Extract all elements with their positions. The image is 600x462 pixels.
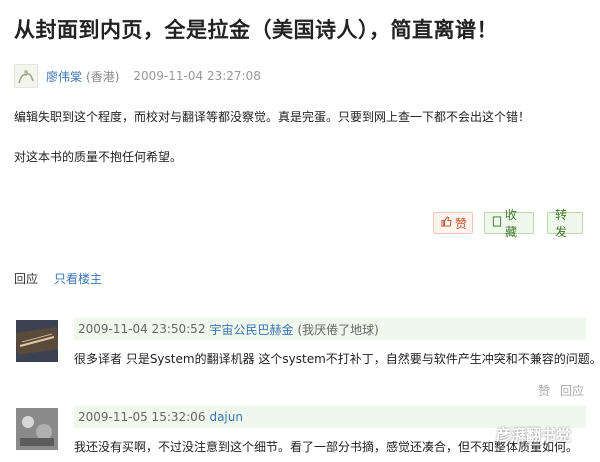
bookmark-icon	[492, 216, 502, 230]
author-avatar[interactable]	[14, 64, 38, 88]
author-name[interactable]: 廖伟棠	[46, 68, 82, 85]
like-label: 赞	[455, 216, 468, 231]
comment-timestamp: 2009-11-05 15:32:06	[78, 410, 206, 424]
post-timestamp: 2009-11-04 23:27:08	[133, 69, 261, 83]
post-title: 从封面到内页，全是拉金（美国诗人），简直离谱！	[14, 18, 498, 42]
comment-like-button[interactable]: 赞	[538, 382, 550, 399]
author-row: 廖伟棠 (香港) 2009-11-04 23:27:08	[14, 64, 261, 88]
share-label: 转发	[555, 208, 568, 239]
watermark: 彦湃翻书党	[470, 424, 571, 445]
wechat-icon	[470, 427, 492, 443]
tab-owner-only[interactable]: 只看楼主	[54, 270, 102, 287]
commenter-signature: (我厌倦了地球)	[297, 322, 379, 337]
author-location: (香港)	[86, 69, 120, 84]
comment-timestamp: 2009-11-04 23:50:52	[78, 322, 206, 336]
commenter-avatar[interactable]	[16, 408, 58, 450]
watermark-text: 彦湃翻书党	[496, 426, 572, 444]
share-button[interactable]: 转发	[547, 208, 583, 239]
favorite-button[interactable]: 收藏	[484, 208, 534, 239]
comment-actions: 赞 回应	[538, 382, 584, 399]
avatar-image	[16, 408, 58, 450]
commenter-name[interactable]: dajun	[209, 410, 243, 424]
post-body-paragraph: 对这本书的质量不抱任何希望。	[14, 150, 183, 164]
reply-tabs: 回应 只看楼主	[14, 270, 102, 287]
like-button[interactable]: 赞	[433, 212, 473, 234]
comment-text: 很多译者 只是System的翻译机器 这个system不打补丁，自然要与软件产生…	[74, 352, 600, 366]
avatar-image	[15, 65, 37, 87]
favorite-label: 收藏	[505, 208, 518, 239]
post-body-paragraph: 编辑失职到这个程度，而校对与翻译等都没察觉。真是完蛋。只要到网上查一下都不会出这…	[14, 110, 531, 124]
comment-reply-button[interactable]: 回应	[560, 382, 584, 399]
thumbs-up-icon	[441, 216, 452, 230]
comment-header: 2009-11-04 23:50:52 宇宙公民巴赫金 (我厌倦了地球)	[74, 318, 586, 340]
avatar-image	[16, 320, 58, 362]
tab-replies[interactable]: 回应	[14, 270, 38, 287]
commenter-name[interactable]: 宇宙公民巴赫金	[209, 321, 293, 338]
commenter-avatar[interactable]	[16, 320, 58, 362]
